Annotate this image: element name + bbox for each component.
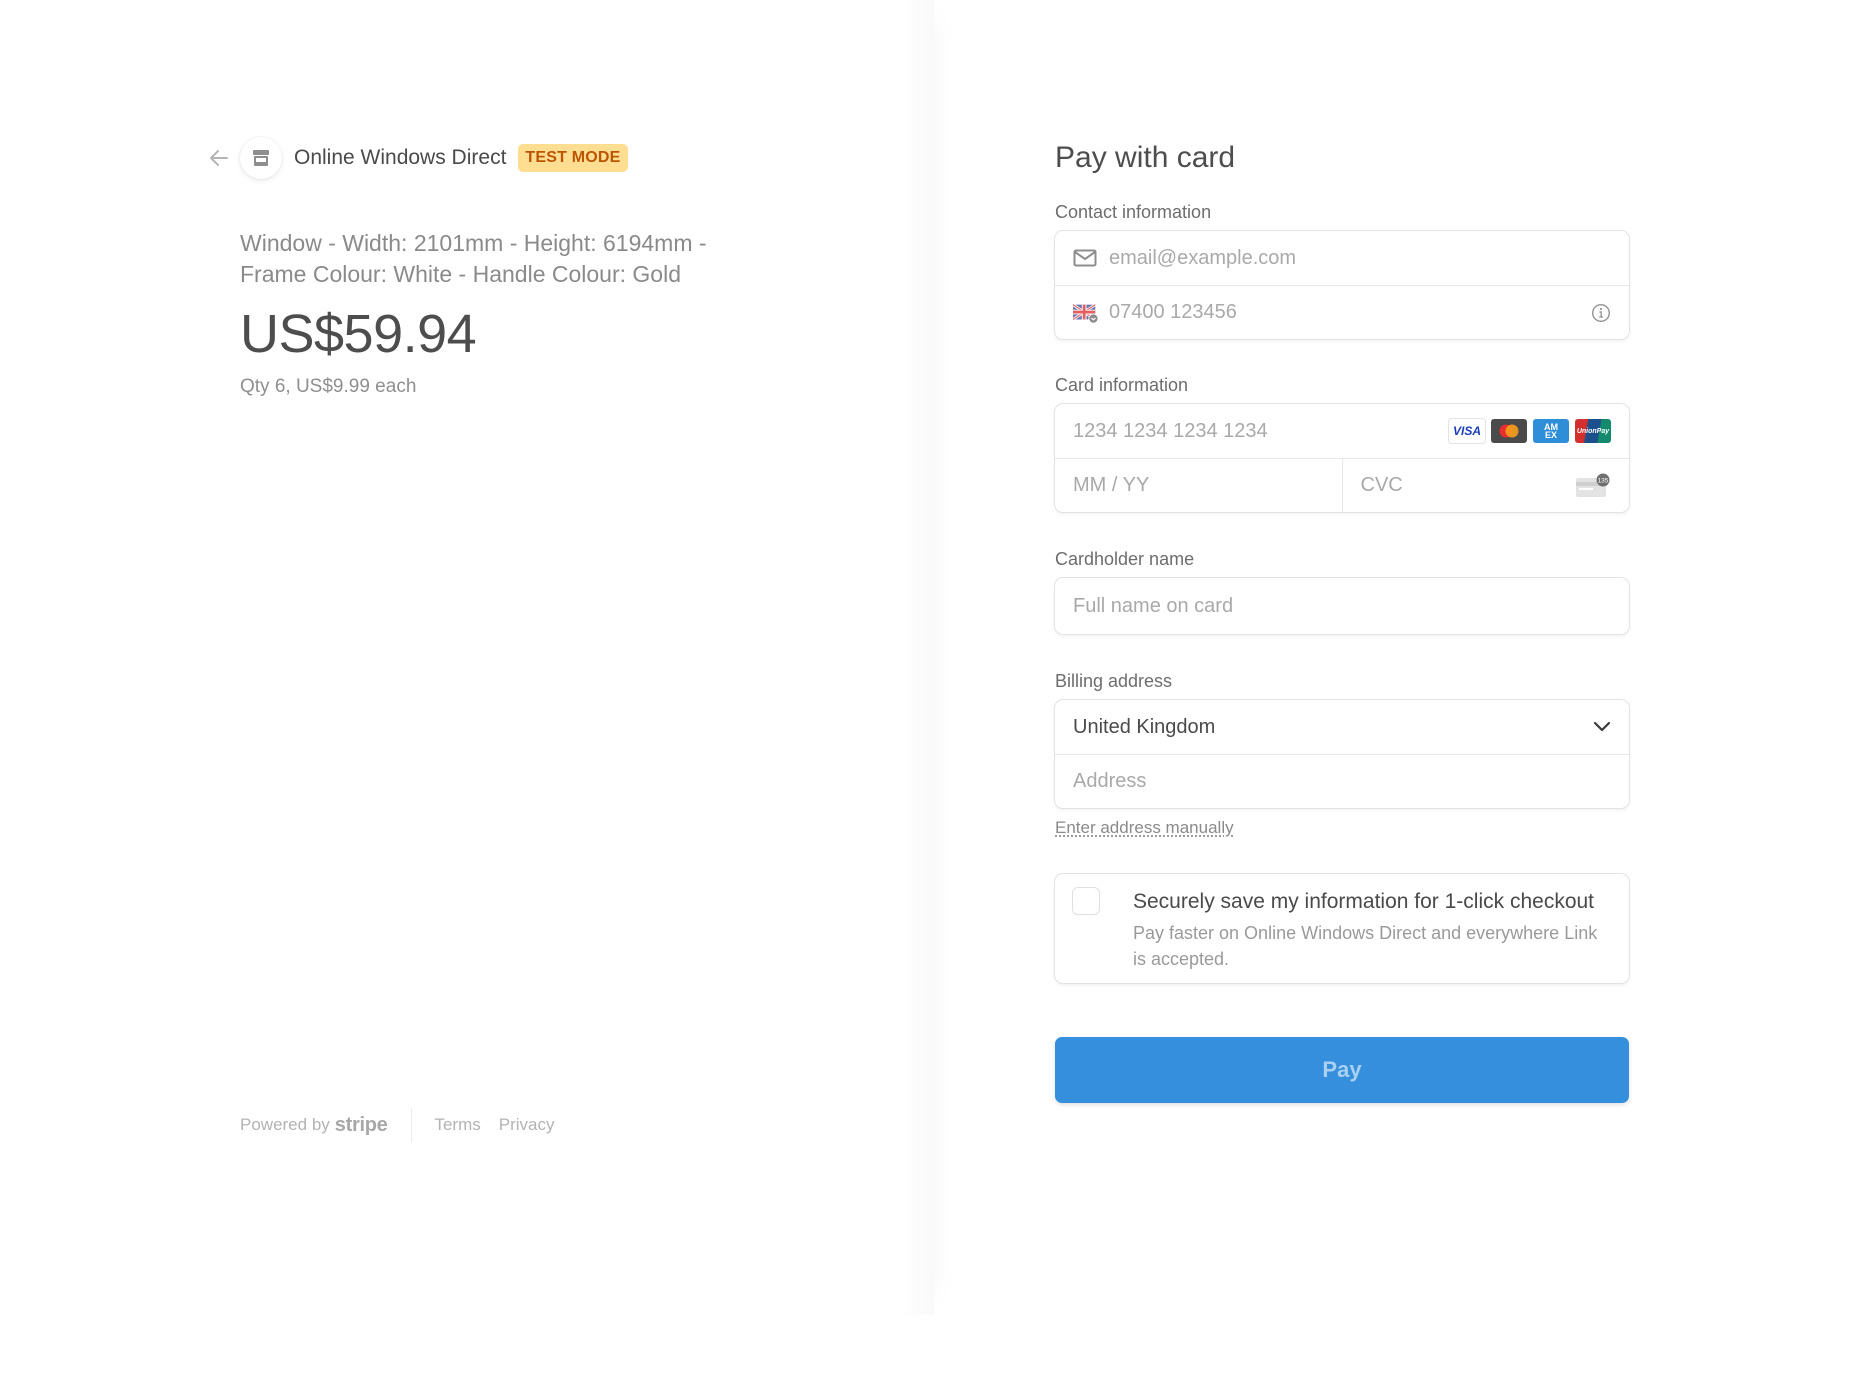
chevron-down-icon bbox=[1593, 721, 1611, 733]
cardholder-group: Full name on card bbox=[1055, 578, 1629, 634]
cardholder-placeholder: Full name on card bbox=[1073, 594, 1234, 617]
card-number-placeholder: 1234 1234 1234 1234 bbox=[1073, 419, 1268, 442]
cvc-icon: 135 bbox=[1575, 473, 1611, 499]
save-info-box: Securely save my information for 1-click… bbox=[1055, 874, 1629, 983]
save-info-text: Securely save my information for 1-click… bbox=[1133, 888, 1611, 969]
info-icon[interactable] bbox=[1591, 303, 1611, 323]
expiry-placeholder: MM / YY bbox=[1073, 474, 1150, 496]
product-summary: Window - Width: 2101mm - Height: 6194mm … bbox=[240, 228, 800, 398]
payment-form: Pay with card Contact information email@… bbox=[1055, 138, 1629, 1103]
country-select[interactable]: United Kingdom bbox=[1055, 700, 1629, 754]
stripe-logo[interactable]: stripe bbox=[335, 1114, 388, 1137]
email-field[interactable]: email@example.com bbox=[1055, 231, 1629, 285]
quantity-text: Qty 6, US$9.99 each bbox=[240, 376, 417, 397]
mastercard-icon bbox=[1491, 419, 1527, 443]
arrow-left-icon bbox=[210, 150, 228, 166]
country-value: United Kingdom bbox=[1073, 715, 1216, 738]
merchant-header: Online Windows Direct TEST MODE bbox=[206, 136, 628, 180]
footer-divider bbox=[411, 1108, 413, 1142]
billing-label: Billing address bbox=[1055, 671, 1173, 691]
cardholder-name-field[interactable]: Full name on card bbox=[1055, 578, 1629, 634]
save-info-title: Securely save my information for 1-click… bbox=[1133, 890, 1595, 913]
address-field[interactable]: Address bbox=[1055, 754, 1629, 808]
back-button[interactable] bbox=[206, 145, 232, 171]
enter-address-manually-link[interactable]: Enter address manually bbox=[1055, 818, 1234, 838]
phone-field[interactable]: 07400 123456 bbox=[1055, 285, 1629, 339]
privacy-link[interactable]: Privacy bbox=[499, 1115, 555, 1135]
test-mode-badge: TEST MODE bbox=[518, 144, 628, 172]
form-title: Pay with card bbox=[1055, 141, 1236, 174]
cvc-field[interactable]: CVC 135 bbox=[1341, 459, 1630, 512]
card-expiry-cvc-row: MM / YY CVC 135 bbox=[1055, 458, 1629, 512]
powered-by-text: Powered by bbox=[240, 1115, 330, 1134]
contact-label: Contact information bbox=[1055, 202, 1212, 222]
terms-link[interactable]: Terms bbox=[434, 1115, 480, 1135]
save-info-subtitle: Pay faster on Online Windows Direct and … bbox=[1133, 923, 1598, 969]
uk-flag-icon[interactable] bbox=[1073, 302, 1099, 324]
total-price: US$59.94 bbox=[240, 304, 477, 364]
order-summary-panel: Online Windows Direct TEST MODE Window -… bbox=[0, 0, 934, 1315]
svg-text:135: 135 bbox=[1598, 477, 1609, 484]
address-placeholder: Address bbox=[1073, 770, 1147, 792]
merchant-logo bbox=[240, 137, 282, 179]
product-description-line-2: Frame Colour: White - Handle Colour: Gol… bbox=[240, 261, 681, 287]
store-icon bbox=[253, 150, 269, 166]
card-label: Card information bbox=[1055, 375, 1189, 395]
billing-group: United Kingdom Address bbox=[1055, 700, 1629, 808]
merchant-name: Online Windows Direct bbox=[294, 146, 507, 169]
cardholder-label: Cardholder name bbox=[1055, 549, 1195, 569]
mail-icon bbox=[1073, 249, 1099, 267]
visa-icon: VISA bbox=[1449, 419, 1485, 443]
product-description-line-1: Window - Width: 2101mm - Height: 6194mm … bbox=[240, 230, 707, 256]
card-brands: VISA AM EX UnionPay bbox=[1449, 419, 1611, 443]
cvc-placeholder: CVC bbox=[1360, 474, 1403, 496]
card-group: 1234 1234 1234 1234 VISA AM EX UnionPay M… bbox=[1055, 404, 1629, 512]
card-number-field[interactable]: 1234 1234 1234 1234 VISA AM EX UnionPay bbox=[1055, 404, 1629, 458]
amex-icon: AM EX bbox=[1533, 419, 1569, 443]
pay-button[interactable]: Pay bbox=[1055, 1037, 1629, 1103]
contact-group: email@example.com 07400 123456 bbox=[1055, 231, 1629, 339]
save-info-checkbox[interactable] bbox=[1073, 888, 1099, 914]
expiry-field[interactable]: MM / YY bbox=[1055, 459, 1342, 512]
unionpay-icon: UnionPay bbox=[1575, 419, 1611, 443]
email-placeholder: email@example.com bbox=[1109, 246, 1297, 269]
product-description: Window - Width: 2101mm - Height: 6194mm … bbox=[240, 228, 800, 290]
phone-placeholder: 07400 123456 bbox=[1109, 301, 1237, 323]
footer: Powered by stripe Terms Privacy bbox=[240, 1108, 572, 1142]
